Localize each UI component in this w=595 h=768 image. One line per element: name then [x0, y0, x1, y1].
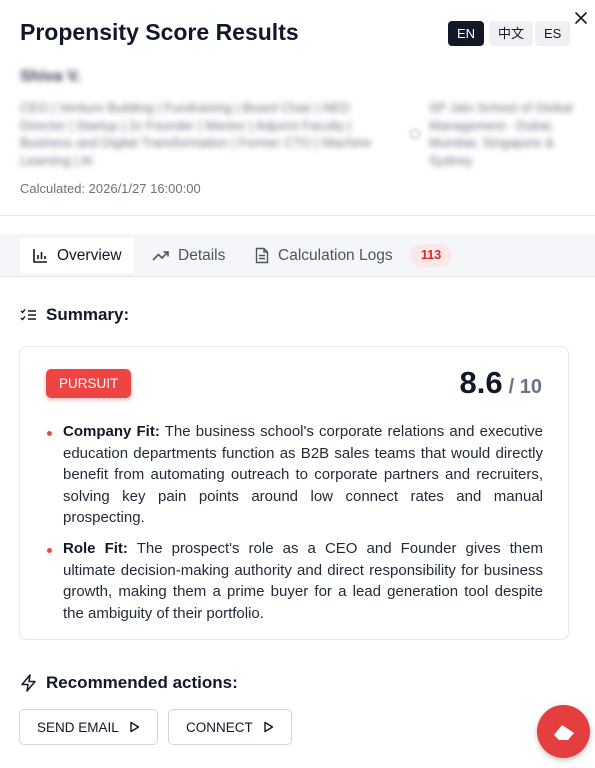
- bullet-label: Company Fit:: [63, 423, 160, 440]
- file-text-icon: [255, 247, 269, 264]
- lang-es-button[interactable]: ES: [535, 21, 571, 46]
- building-icon: [410, 129, 420, 139]
- eraser-icon: [553, 724, 574, 740]
- send-email-button[interactable]: SEND EMAIL: [19, 709, 158, 745]
- summary-card: PURSUIT 8.6 / 10 Company Fit: The busine…: [19, 346, 569, 640]
- play-icon: [264, 721, 273, 733]
- page-title: Propensity Score Results: [20, 19, 299, 45]
- recommended-actions-heading: Recommended actions:: [20, 673, 238, 693]
- tab-calculation-logs-label: Calculation Logs: [278, 246, 393, 264]
- modal-header: Propensity Score Results EN 中文 ES Shiva …: [0, 0, 595, 216]
- lang-en-button[interactable]: EN: [448, 21, 485, 46]
- list-item: Company Fit: The business school's corpo…: [44, 421, 543, 529]
- bullet-text: The prospect's role as a CEO and Founder…: [63, 539, 543, 622]
- lightning-icon: [21, 674, 36, 692]
- floating-action-button[interactable]: [537, 705, 590, 758]
- prospect-company: SP Jain School of Global Management - Du…: [429, 100, 573, 168]
- summary-bullets: Company Fit: The business school's corpo…: [44, 421, 543, 633]
- score-display: 8.6 / 10: [460, 365, 542, 401]
- prospect-headline: CEO | Venture Building | Fundraising | B…: [20, 100, 372, 168]
- logs-count-badge: 113: [410, 244, 453, 267]
- score-value: 8.6: [459, 365, 503, 400]
- recommended-actions-title: Recommended actions:: [46, 673, 238, 692]
- tab-details[interactable]: Details: [140, 238, 237, 273]
- play-icon: [130, 721, 139, 733]
- lang-zh-button[interactable]: 中文: [489, 21, 534, 46]
- send-email-label: SEND EMAIL: [37, 719, 119, 735]
- tab-overview-label: Overview: [57, 246, 122, 264]
- bullet-label: Role Fit:: [63, 539, 128, 557]
- bar-chart-icon: [33, 249, 47, 263]
- prospect-name: Shiva V.: [20, 68, 81, 85]
- tab-details-label: Details: [178, 246, 226, 264]
- summary-heading: Summary:: [20, 305, 129, 325]
- tab-calculation-logs[interactable]: Calculation Logs: [242, 238, 405, 273]
- score-max: / 10: [508, 376, 542, 398]
- close-icon[interactable]: [571, 8, 591, 28]
- tab-overview[interactable]: Overview: [20, 238, 134, 273]
- list-item: Role Fit: The prospect's role as a CEO a…: [44, 538, 543, 624]
- trending-up-icon: [152, 251, 169, 261]
- connect-button[interactable]: CONNECT: [168, 709, 292, 745]
- tab-bar: Overview Details Calculation Logs 113: [0, 234, 595, 277]
- checklist-icon: [20, 309, 36, 321]
- verdict-badge: PURSUIT: [46, 369, 132, 398]
- summary-title: Summary:: [46, 305, 130, 324]
- calculated-timestamp: Calculated: 2026/1/27 16:00:00: [20, 181, 201, 196]
- connect-label: CONNECT: [186, 719, 253, 735]
